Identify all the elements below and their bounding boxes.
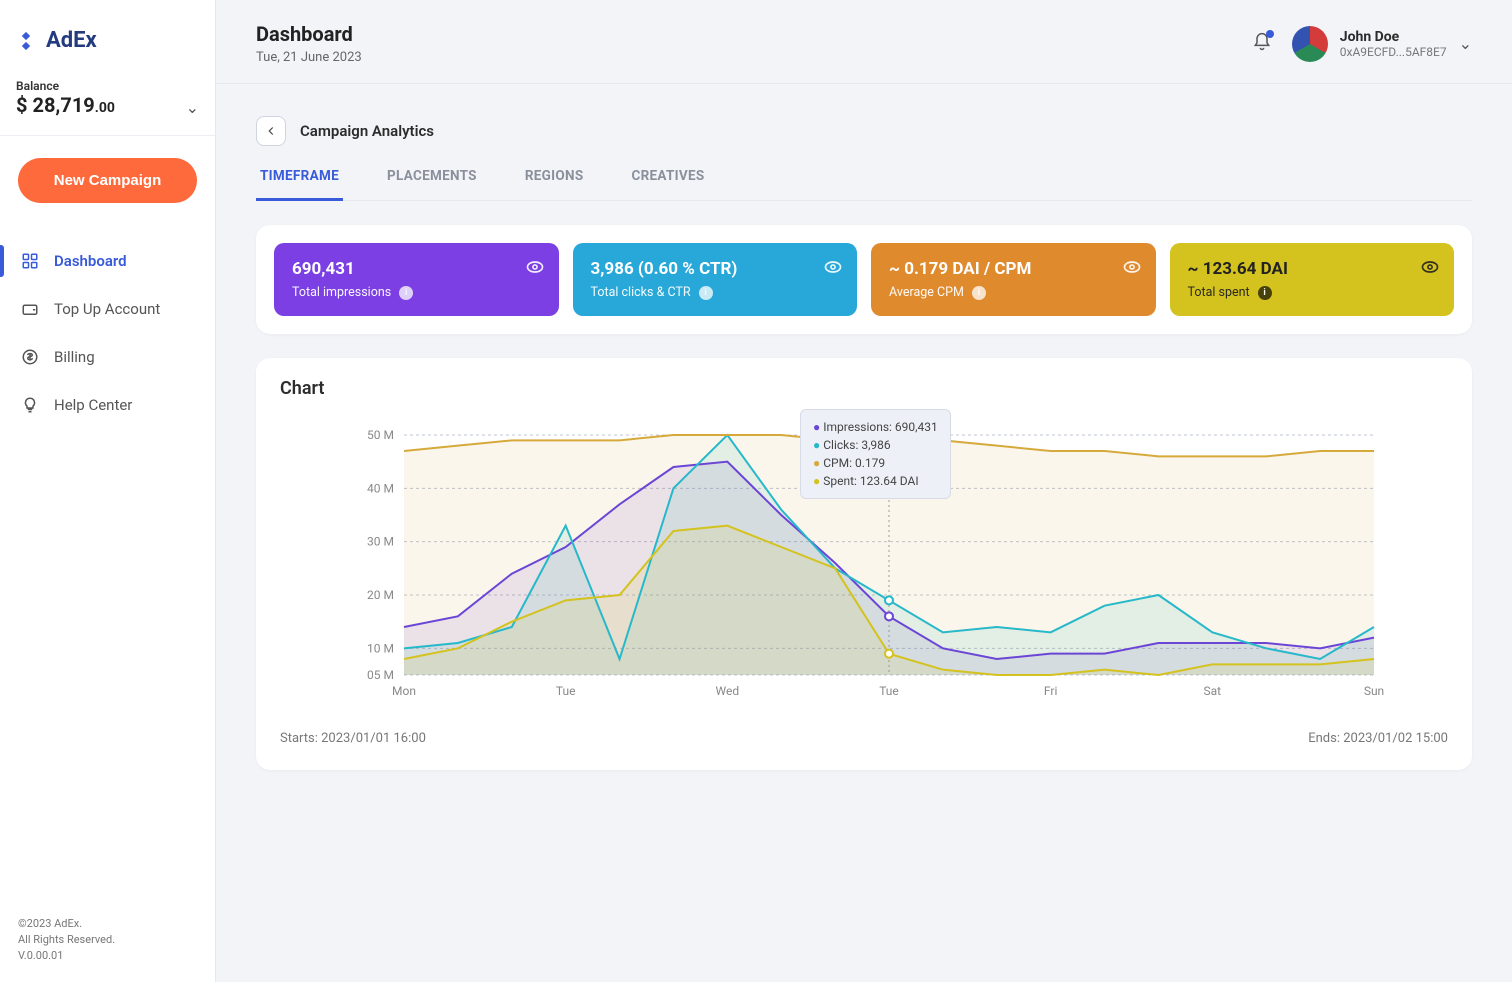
- user-address: 0xA9ECFD...5AF8E7: [1340, 45, 1447, 59]
- main: Dashboard Tue, 21 June 2023 John Doe 0xA…: [216, 0, 1512, 982]
- sidebar-item-label: Top Up Account: [54, 300, 160, 318]
- sidebar-item-dashboard[interactable]: Dashboard: [0, 237, 215, 285]
- info-icon: i: [399, 286, 413, 300]
- page-date: Tue, 21 June 2023: [256, 50, 362, 65]
- svg-text:40 M: 40 M: [367, 481, 394, 495]
- notifications-button[interactable]: [1252, 32, 1272, 56]
- svg-text:Sun: Sun: [1364, 684, 1384, 698]
- info-icon: i: [1258, 286, 1272, 300]
- new-campaign-button[interactable]: New Campaign: [18, 158, 197, 203]
- stat-value: ~ 0.179 DAI / CPM: [889, 259, 1138, 279]
- chart-card: Chart Impressions: 690,431 Clicks: 3,986…: [256, 358, 1472, 770]
- chevron-left-icon: [264, 124, 278, 138]
- svg-text:10 M: 10 M: [367, 641, 394, 655]
- eye-icon: [1122, 257, 1142, 281]
- avatar: [1292, 26, 1328, 62]
- wallet-icon: [20, 299, 40, 319]
- chevron-down-icon: ⌄: [1459, 34, 1472, 53]
- balance-label: Balance: [16, 79, 115, 93]
- svg-text:Sat: Sat: [1204, 684, 1222, 698]
- sidebar: AdEx Balance $ 28,719.00 ⌄ New Campaign …: [0, 0, 216, 982]
- info-icon: i: [699, 286, 713, 300]
- brand-name: AdEx: [46, 28, 97, 53]
- stat-purple[interactable]: 690,431 Total impressions i: [274, 243, 559, 316]
- bulb-icon: [20, 395, 40, 415]
- chart-start-label: Starts: 2023/01/01 16:00: [280, 731, 426, 746]
- grid-icon: [20, 251, 40, 271]
- stat-label: Total impressions i: [292, 285, 541, 300]
- svg-text:Wed: Wed: [716, 684, 740, 698]
- sidebar-item-label: Dashboard: [54, 252, 127, 270]
- chevron-down-icon: ⌄: [186, 98, 199, 117]
- back-button[interactable]: [256, 116, 286, 146]
- sidebar-item-label: Help Center: [54, 396, 132, 414]
- info-icon: i: [972, 286, 986, 300]
- breadcrumb-label: Campaign Analytics: [300, 122, 434, 140]
- stats-card: 690,431 Total impressions i 3,986 (0.60 % …: [256, 225, 1472, 334]
- topbar: Dashboard Tue, 21 June 2023 John Doe 0xA…: [216, 0, 1512, 84]
- stat-yellow[interactable]: ~ 123.64 DAI Total spent i: [1170, 243, 1455, 316]
- eye-icon: [1420, 257, 1440, 281]
- sidebar-item-billing[interactable]: Billing: [0, 333, 215, 381]
- page-title: Dashboard: [256, 22, 362, 46]
- sidebar-item-label: Billing: [54, 348, 95, 366]
- stat-value: ~ 123.64 DAI: [1188, 259, 1437, 279]
- stat-label: Average CPM i: [889, 285, 1138, 300]
- sidebar-item-help-center[interactable]: Help Center: [0, 381, 215, 429]
- tab-timeframe[interactable]: TIMEFRAME: [256, 168, 343, 201]
- user-name: John Doe: [1340, 29, 1447, 45]
- eye-icon: [525, 257, 545, 281]
- stat-orange[interactable]: ~ 0.179 DAI / CPM Average CPM i: [871, 243, 1156, 316]
- svg-text:Tue: Tue: [556, 684, 576, 698]
- svg-text:Mon: Mon: [392, 684, 416, 698]
- tabs: TIMEFRAME PLACEMENTS REGIONS CREATIVES: [256, 168, 1472, 201]
- balance-value: $ 28,719.00: [16, 93, 115, 117]
- stat-blue[interactable]: 3,986 (0.60 % CTR) Total clicks & CTR i: [573, 243, 858, 316]
- dollar-icon: [20, 347, 40, 367]
- notification-dot: [1266, 30, 1274, 38]
- svg-text:Tue: Tue: [879, 684, 899, 698]
- sidebar-footer: ©2023 AdEx. All Rights Reserved. V.0.00.…: [0, 898, 215, 982]
- stat-label: Total clicks & CTR i: [591, 285, 840, 300]
- user-menu[interactable]: John Doe 0xA9ECFD...5AF8E7 ⌄: [1292, 26, 1472, 62]
- stat-value: 690,431: [292, 259, 541, 279]
- svg-text:05 M: 05 M: [367, 668, 394, 682]
- tab-placements[interactable]: PLACEMENTS: [383, 168, 481, 200]
- tab-creatives[interactable]: CREATIVES: [627, 168, 708, 200]
- sidebar-item-top-up-account[interactable]: Top Up Account: [0, 285, 215, 333]
- svg-text:30 M: 30 M: [367, 535, 394, 549]
- svg-text:50 M: 50 M: [367, 428, 394, 442]
- eye-icon: [823, 257, 843, 281]
- adex-logo-icon: [16, 31, 36, 51]
- balance-block[interactable]: Balance $ 28,719.00 ⌄: [0, 73, 215, 136]
- breadcrumb: Campaign Analytics: [256, 116, 1472, 146]
- sidebar-nav: Dashboard Top Up Account Billing Help Cente…: [0, 237, 215, 429]
- chart-end-label: Ends: 2023/01/02 15:00: [1308, 731, 1448, 746]
- chart-tooltip: Impressions: 690,431 Clicks: 3,986 CPM: …: [800, 409, 951, 499]
- stat-value: 3,986 (0.60 % CTR): [591, 259, 840, 279]
- brand-logo: AdEx: [0, 0, 215, 73]
- stat-label: Total spent i: [1188, 285, 1437, 300]
- svg-text:Fri: Fri: [1044, 684, 1058, 698]
- tab-regions[interactable]: REGIONS: [521, 168, 588, 200]
- chart-title: Chart: [280, 378, 1448, 399]
- svg-text:20 M: 20 M: [367, 588, 394, 602]
